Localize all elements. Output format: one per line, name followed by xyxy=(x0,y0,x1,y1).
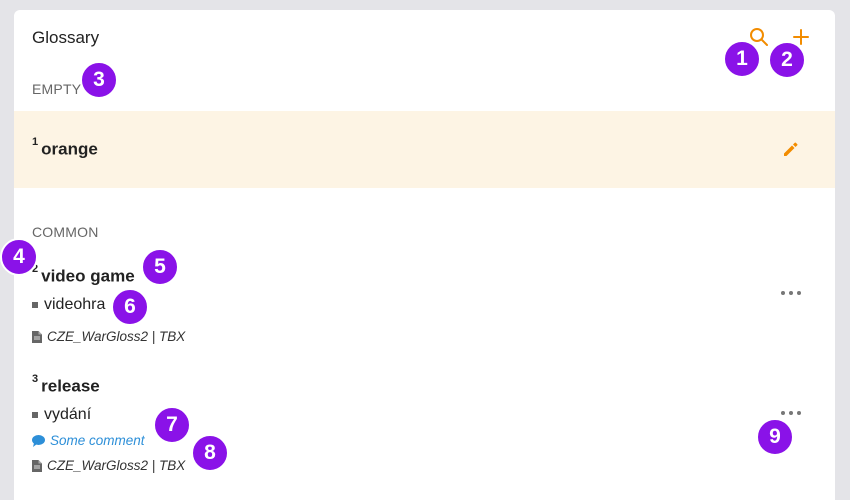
entry-translation: videohra xyxy=(32,296,105,314)
annotation-badge: 4 xyxy=(0,238,38,276)
entry-term-text: video game xyxy=(41,266,135,286)
section-label-empty: EMPTY xyxy=(32,81,82,97)
annotation-badge: 1 xyxy=(723,40,761,78)
annotation-badge: 6 xyxy=(111,288,149,326)
annotation-badge: 7 xyxy=(153,406,191,444)
entry-translation: vydání xyxy=(32,406,91,424)
entry-term: 3 release xyxy=(32,373,100,397)
annotation-badge: 9 xyxy=(756,418,794,456)
annotation-badge: 8 xyxy=(191,434,229,472)
entry-source-text: CZE_WarGloss2 | TBX xyxy=(47,329,186,344)
comment-bubble-icon xyxy=(32,434,45,447)
glossary-entry-highlighted[interactable] xyxy=(14,111,835,188)
bullet-icon xyxy=(32,412,38,418)
annotation-badge: 2 xyxy=(768,41,806,79)
entry-translation-text: videohra xyxy=(44,296,106,313)
pencil-icon[interactable] xyxy=(781,140,799,158)
entry-source-text: CZE_WarGloss2 | TBX xyxy=(47,458,186,473)
annotation-badge: 3 xyxy=(80,61,118,99)
document-icon xyxy=(32,459,42,472)
entry-term-text: orange xyxy=(41,139,98,159)
panel-header: Glossary xyxy=(14,10,835,62)
bullet-icon xyxy=(32,302,38,308)
entry-comment[interactable]: Some comment xyxy=(32,433,145,448)
entry-term: 1 orange xyxy=(32,136,98,160)
entry-term-text: release xyxy=(41,376,100,396)
entry-source: CZE_WarGloss2 | TBX xyxy=(32,329,185,344)
annotation-badge: 5 xyxy=(141,248,179,286)
entry-source: CZE_WarGloss2 | TBX xyxy=(32,458,185,473)
entry-translation-text: vydání xyxy=(44,406,92,423)
more-options-icon[interactable] xyxy=(781,409,801,417)
entry-number: 3 xyxy=(32,373,39,385)
glossary-panel: Glossary EMPTY 1 orange COMMON 2 video gam… xyxy=(14,10,835,500)
entry-number: 1 xyxy=(32,136,39,148)
entry-comment-text: Some comment xyxy=(50,433,145,448)
entry-term: 2 video game xyxy=(32,263,135,287)
panel-title: Glossary xyxy=(32,28,100,47)
section-label-common: COMMON xyxy=(32,224,99,240)
more-options-icon[interactable] xyxy=(781,289,801,297)
document-icon xyxy=(32,330,42,343)
